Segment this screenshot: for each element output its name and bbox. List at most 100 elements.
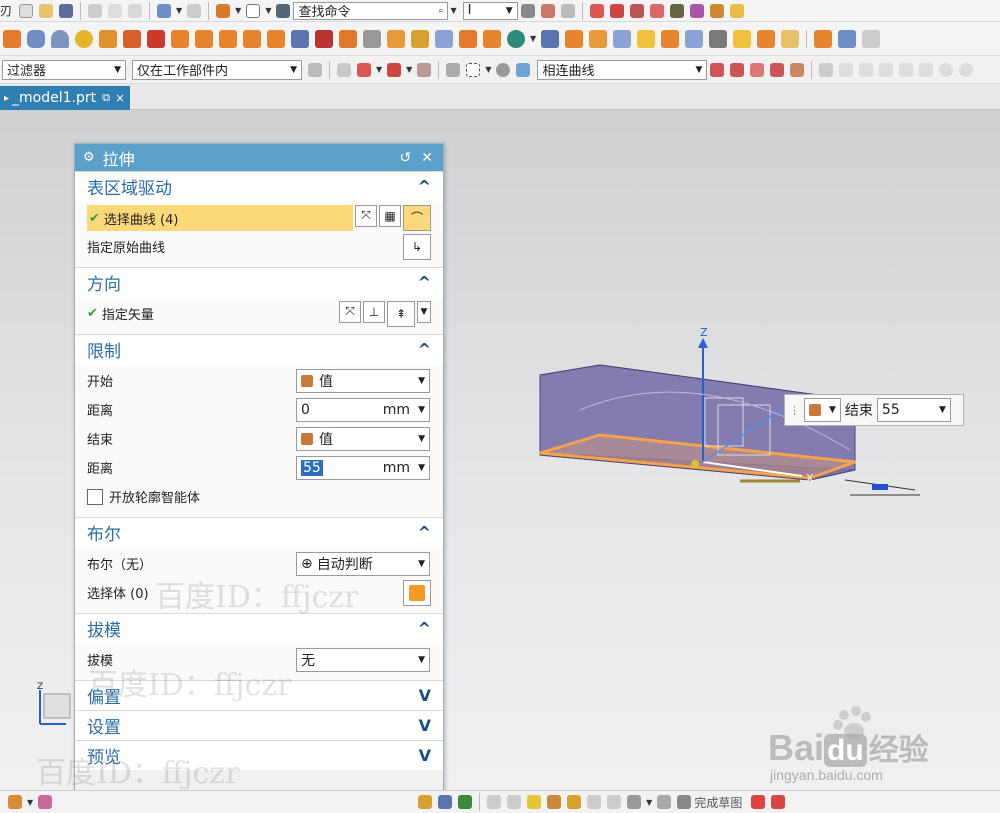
chevron-up-icon[interactable]: ^ <box>418 273 431 292</box>
cut-icon[interactable] <box>88 3 103 18</box>
wave-icon[interactable] <box>899 62 914 77</box>
dimension-icon[interactable] <box>458 795 473 809</box>
wcs-dynamic-icon[interactable] <box>649 3 664 18</box>
shape-icon[interactable] <box>729 3 744 18</box>
spec-origin-curve-row[interactable]: 指定原始曲线 ↳ <box>75 232 443 261</box>
gear-icon[interactable]: ⚙ <box>83 150 95 165</box>
cone-icon[interactable] <box>51 29 69 48</box>
shell-icon[interactable] <box>613 29 632 48</box>
wcs-origin-icon[interactable] <box>609 3 624 18</box>
sketch-trim-icon[interactable] <box>587 795 602 809</box>
sketch-grid-icon[interactable] <box>527 795 542 809</box>
snap-point-icon[interactable] <box>337 62 351 77</box>
end-distance-value[interactable]: 55 <box>301 459 323 476</box>
plane-icon[interactable] <box>540 3 555 18</box>
undo-icon[interactable] <box>157 3 172 18</box>
cylinder-icon[interactable] <box>27 29 45 48</box>
reset-icon[interactable]: ↺ <box>400 150 412 166</box>
sketch-offset-icon[interactable] <box>607 795 622 809</box>
section-head-settings[interactable]: 设置 V <box>75 710 443 740</box>
dropdown-arrow-icon[interactable]: ▼ <box>530 34 536 43</box>
type-filter-combo[interactable]: 过滤器 ▼ <box>2 59 126 80</box>
snap-grid-icon[interactable] <box>819 62 834 77</box>
chevron-up-icon[interactable]: ^ <box>418 619 431 638</box>
chamfer-icon[interactable] <box>541 29 560 48</box>
on-screen-input-box[interactable]: ⋮ ▼ 结束 55 ▼ <box>784 394 964 426</box>
auto-constrain-icon[interactable] <box>438 795 453 809</box>
offset-icon[interactable] <box>411 29 429 48</box>
redo-icon[interactable] <box>187 3 202 18</box>
copy-icon[interactable] <box>108 3 123 18</box>
mirror-icon[interactable] <box>685 29 704 48</box>
revolve-icon[interactable] <box>123 29 141 48</box>
chain-icon[interactable] <box>750 62 765 77</box>
snap-end-icon[interactable] <box>357 62 371 77</box>
sketch-section-icon[interactable]: ▦ <box>379 204 401 227</box>
select-curve-row[interactable]: ✔ 选择曲线 (4) ⤧ ▦ ⌒ <box>75 203 443 232</box>
pen-icon[interactable] <box>689 3 704 18</box>
rib-icon[interactable] <box>339 29 357 48</box>
wcs-rotate-icon[interactable] <box>629 3 644 18</box>
chevron-down-icon[interactable]: ▼ <box>418 463 425 473</box>
section-head-section-curve[interactable]: 表区域驱动 ^ <box>75 171 443 201</box>
snap-icon[interactable] <box>709 3 724 18</box>
tangent-icon[interactable] <box>710 62 725 77</box>
cross-sketch-icon[interactable]: ⤧ <box>355 204 377 227</box>
dialog-title-bar[interactable]: ⚙ 拉伸 ↺ ✕ <box>75 144 443 171</box>
chevron-up-icon[interactable]: ^ <box>418 340 431 359</box>
ruled-icon[interactable] <box>757 29 776 48</box>
menu-label[interactable]: 刃 <box>0 2 12 19</box>
tools-icon[interactable] <box>276 3 291 18</box>
tube-icon[interactable] <box>363 29 381 48</box>
section-head-draft[interactable]: 拔模 ^ <box>75 613 443 643</box>
display-icon[interactable] <box>216 3 231 18</box>
spec-vector-row[interactable]: ✔ 指定矢量 ⤧ ⊥ ⇞ ▼ <box>75 299 443 328</box>
sketch-line-icon[interactable] <box>507 795 522 809</box>
window-icon[interactable] <box>246 3 261 18</box>
chevron-down-icon[interactable]: ▼ <box>418 405 425 415</box>
vector-constructor-icon[interactable]: ⇞ <box>387 300 415 327</box>
sheet-icon[interactable] <box>435 29 453 48</box>
view-orient-icon[interactable] <box>8 795 22 809</box>
blend-icon[interactable] <box>565 29 584 48</box>
extrude-icon[interactable] <box>99 29 117 48</box>
section-head-limits[interactable]: 限制 ^ <box>75 334 443 364</box>
through-curves-icon[interactable] <box>781 29 800 48</box>
sketch-curve-icon[interactable] <box>751 795 766 809</box>
sketch-hand-icon[interactable] <box>567 795 582 809</box>
wcs-icon[interactable] <box>589 3 604 18</box>
grid-icon[interactable] <box>520 3 535 18</box>
path-icon[interactable] <box>770 62 785 77</box>
chevron-down-icon[interactable]: V <box>419 716 431 735</box>
block-icon[interactable] <box>3 29 21 48</box>
finish-sketch-label[interactable]: 完成草图 <box>694 794 742 811</box>
dropdown-arrow-icon[interactable]: ▼ <box>265 6 271 15</box>
open-folder-icon[interactable] <box>39 3 54 18</box>
sketch-point-icon[interactable] <box>487 795 502 809</box>
end-type-select[interactable]: 值 ▼ <box>296 426 430 451</box>
sketch-fill-icon[interactable] <box>547 795 562 809</box>
selector-combo[interactable]: I ▼ <box>462 1 518 20</box>
select-feature-icon[interactable] <box>516 62 531 77</box>
section-head-boolean[interactable]: 布尔 ^ <box>75 517 443 547</box>
dropdown-arrow-icon[interactable]: ▼ <box>646 798 652 807</box>
close-icon[interactable]: × <box>115 91 125 105</box>
line-icon[interactable] <box>839 62 854 77</box>
move-face-icon[interactable] <box>709 29 728 48</box>
pocket-icon[interactable] <box>219 29 237 48</box>
emboss-icon[interactable] <box>387 29 405 48</box>
sphere-icon[interactable] <box>75 29 93 48</box>
intersect-icon[interactable] <box>730 62 745 77</box>
dropdown-arrow-icon[interactable]: ▼ <box>27 798 33 807</box>
plus-icon[interactable] <box>919 62 934 77</box>
search-icon[interactable]: ⌕ <box>438 6 443 16</box>
boss-icon[interactable] <box>195 29 213 48</box>
groove-icon[interactable] <box>291 29 309 48</box>
split-icon[interactable] <box>661 29 680 48</box>
thread-icon[interactable] <box>315 29 333 48</box>
snap-center-icon[interactable] <box>417 62 432 77</box>
spline-icon[interactable] <box>879 62 894 77</box>
section-head-offset[interactable]: 偏置 V <box>75 680 443 710</box>
dropdown-arrow-icon[interactable]: ▼ <box>376 65 382 74</box>
select-group-icon[interactable] <box>446 62 461 77</box>
